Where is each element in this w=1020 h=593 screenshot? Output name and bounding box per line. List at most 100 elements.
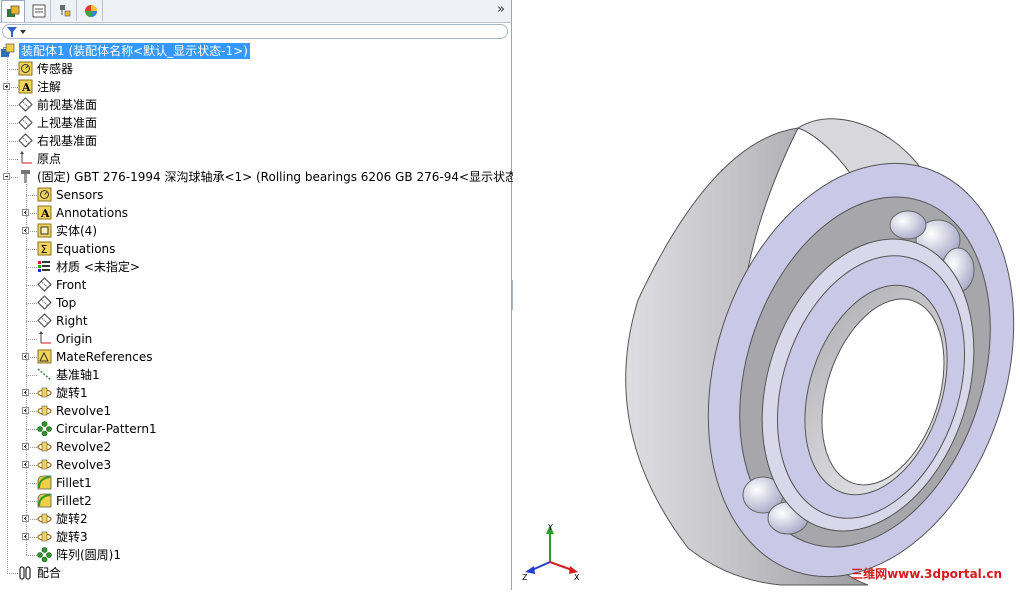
plane-icon	[18, 115, 33, 130]
triad-x-axis	[549, 561, 573, 571]
axis-icon	[37, 368, 52, 381]
graphics-viewport[interactable]	[513, 0, 1020, 590]
propertymanager-tab[interactable]	[27, 0, 51, 21]
tree-connector	[7, 105, 18, 106]
origin-icon	[39, 331, 51, 344]
tree-item[interactable]: Top	[0, 294, 511, 312]
tree-item-label: Circular-Pattern1	[56, 422, 157, 436]
tree-item[interactable]: Front	[0, 276, 511, 294]
tree-item-label: (固定) GBT 276-1994 深沟球轴承<1> (Rolling bear…	[37, 170, 529, 184]
tree-guide-line	[26, 182, 27, 555]
expand-panel-button[interactable]: »	[497, 2, 505, 17]
tree-item[interactable]: A Annotations	[0, 204, 511, 222]
tree-item-label: 旋转2	[56, 512, 88, 526]
plane-icon	[18, 97, 33, 112]
triad-x-label: X	[574, 573, 580, 582]
tree-item[interactable]: Right	[0, 312, 511, 330]
tree-connector	[26, 195, 37, 196]
equations-icon: Σ	[37, 241, 52, 256]
plane-icon	[18, 133, 33, 148]
tree-item[interactable]: Circular-Pattern1	[0, 420, 511, 438]
tree-item-label: Revolve2	[56, 440, 112, 454]
tree-connector	[26, 249, 37, 250]
revolve-icon	[37, 513, 52, 524]
tree-item[interactable]: 前视基准面	[0, 96, 511, 114]
tree-item[interactable]: 传感器	[0, 60, 511, 78]
fillet-icon	[37, 493, 52, 508]
feature-tree-icon	[7, 5, 20, 17]
tree-item[interactable]: 旋转1	[0, 384, 511, 402]
annotation-icon: A	[37, 205, 52, 220]
tree-item[interactable]: Fillet1	[0, 474, 511, 492]
feature-tree: 装配体1 (装配体名称<默认_显示状态-1>) 传感器 A 注解前视基准面上视基准面右…	[0, 42, 529, 587]
tree-item[interactable]: A 注解	[0, 78, 511, 96]
bearing-3d-model[interactable]	[513, 0, 1020, 590]
tree-item-label: Right	[56, 314, 88, 328]
tree-item-label: 右视基准面	[37, 134, 98, 148]
tree-item[interactable]: 原点	[0, 150, 511, 168]
tree-item-label: MateReferences	[56, 350, 153, 364]
tree-item-label: Fillet1	[56, 476, 92, 490]
tree-connector	[26, 267, 37, 268]
tree-item[interactable]: Revolve3	[0, 456, 511, 474]
tree-guide-line	[7, 56, 8, 574]
tree-item[interactable]: Sensors	[0, 186, 511, 204]
tree-item[interactable]: MateReferences	[0, 348, 511, 366]
revolve-icon	[37, 387, 52, 398]
tree-item[interactable]: 基准轴1	[0, 366, 511, 384]
tree-item[interactable]: 旋转3	[0, 528, 511, 546]
tree-connector	[7, 141, 18, 142]
tree-item[interactable]: 装配体1 (装配体名称<默认_显示状态-1>)	[0, 42, 511, 60]
tree-connector	[26, 285, 37, 286]
tree-connector	[26, 555, 37, 556]
tree-item-label: 阵列(圆周)1	[56, 548, 121, 562]
tree-item[interactable]: 上视基准面	[0, 114, 511, 132]
watermark: 三维网www.3dportal.cn	[851, 567, 1002, 581]
tree-item[interactable]: Fillet2	[0, 492, 511, 510]
tree-connector	[7, 123, 18, 124]
tree-item[interactable]: (固定) GBT 276-1994 深沟球轴承<1> (Rolling bear…	[0, 168, 529, 186]
tree-item-label: Sensors	[56, 188, 104, 202]
triad-z-axis	[531, 561, 551, 571]
tree-item-label: 配合	[37, 566, 62, 580]
tree-item[interactable]: Revolve1	[0, 402, 511, 420]
tree-item[interactable]: 右视基准面	[0, 132, 511, 150]
tree-connector	[7, 69, 18, 70]
tree-item-label: 基准轴1	[56, 368, 100, 382]
filter-icon[interactable]	[6, 25, 28, 38]
tree-connector	[26, 303, 37, 304]
tree-item[interactable]: 旋转2	[0, 510, 511, 528]
tree-item-label: Revolve1	[56, 404, 112, 418]
sensor-icon	[37, 187, 52, 202]
tree-item-label: 装配体1 (装配体名称<默认_显示状态-1>)	[19, 43, 250, 59]
revolve-icon	[37, 405, 52, 416]
panel-tab-bar	[0, 0, 511, 23]
tree-item-label: 前视基准面	[37, 98, 98, 112]
tree-item[interactable]: Σ Equations	[0, 240, 511, 258]
featuremanager-tab[interactable]	[1, 0, 25, 22]
tree-item[interactable]: 实体(4)	[0, 222, 511, 240]
plane-icon	[37, 295, 52, 310]
tree-item[interactable]: 阵列(圆周)1	[0, 546, 511, 564]
svg-text:A: A	[21, 81, 31, 94]
tree-connector	[26, 483, 37, 484]
tree-item-label: 注解	[37, 80, 62, 94]
solid-bodies-icon	[37, 223, 52, 238]
tree-item[interactable]: Origin	[0, 330, 511, 348]
revolve-icon	[37, 459, 52, 470]
tree-item[interactable]: 材质 <未指定>	[0, 258, 511, 276]
tree-item[interactable]: Revolve2	[0, 438, 511, 456]
annotation-icon: A	[18, 79, 33, 94]
material-icon	[38, 261, 50, 272]
plane-icon	[37, 277, 52, 292]
displaymanager-tab[interactable]	[79, 0, 103, 21]
configurationmanager-tab[interactable]	[53, 0, 77, 21]
tree-item-label: Origin	[56, 332, 93, 346]
filter-bar[interactable]	[2, 24, 508, 39]
origin-icon	[20, 151, 32, 164]
plane-icon	[37, 313, 52, 328]
tree-connector	[7, 573, 18, 574]
tree-item-label: 传感器	[37, 62, 74, 76]
circular-pattern-icon	[37, 421, 52, 436]
tree-item[interactable]: 配合	[0, 564, 511, 582]
